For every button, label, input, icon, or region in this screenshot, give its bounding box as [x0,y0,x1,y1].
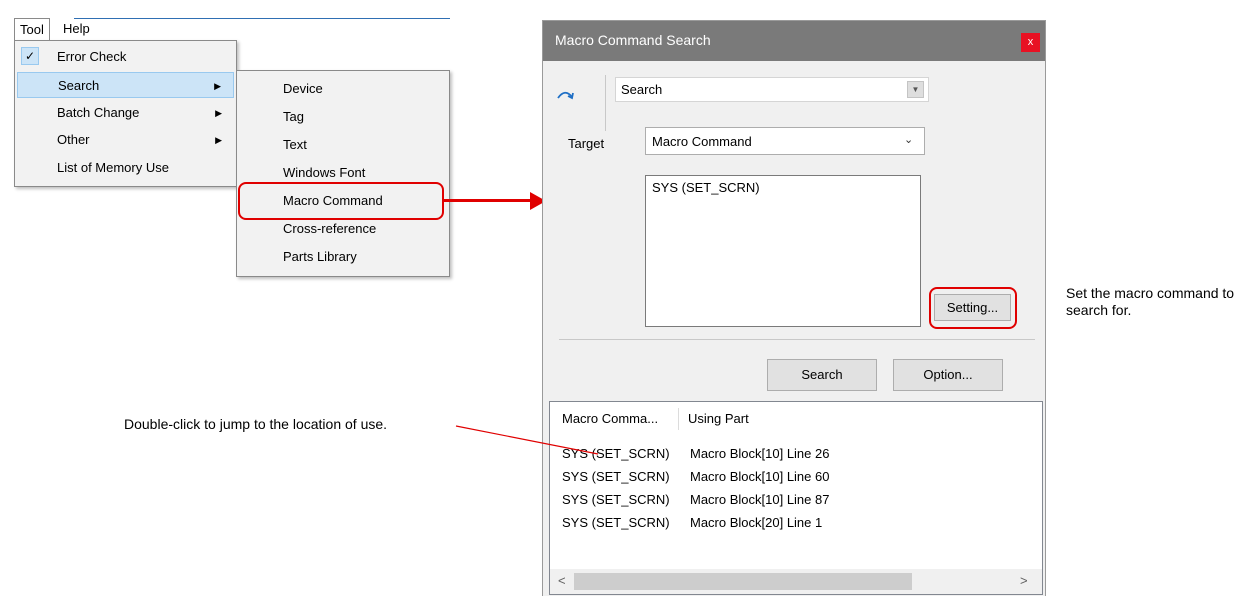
option-button[interactable]: Option... [893,359,1003,391]
target-select-value: Macro Command [652,134,752,149]
menu-tool-label: Tool [20,22,44,37]
callout-arrow-line [444,199,532,202]
table-cell[interactable]: Macro Block[10] Line 60 [690,465,829,488]
tool-dropdown-menu: ✓ Error Check Search ▶ Batch Change ▶ Ot… [14,40,237,187]
column-header-using-part[interactable]: Using Part [688,408,749,430]
search-combo-value: Search [621,82,663,97]
macro-command-search-dialog: Macro Command Search x Search ▼ Target M… [542,20,1046,596]
target-label: Target [568,136,605,151]
menu-item-label: Batch Change [57,105,140,120]
submenu-item-text[interactable]: Text [283,131,307,159]
list-item[interactable]: SYS (SET_SCRN) [652,180,760,195]
dropdown-arrow-icon[interactable]: ▼ [907,81,924,98]
back-arrow-icon[interactable] [555,85,575,105]
menu-tool[interactable]: Tool [14,18,50,40]
column-separator[interactable] [678,408,679,430]
menu-item-batch-change[interactable]: Batch Change ▶ [17,100,234,126]
menu-item-label: Other [57,132,90,147]
dialog-title: Macro Command Search [555,32,711,48]
menu-item-error-check[interactable]: ✓ Error Check [17,44,234,70]
macro-command-list[interactable]: SYS (SET_SCRN) [645,175,921,327]
chevron-down-icon: ⌄ [904,134,914,146]
menu-help[interactable]: Help [58,18,95,39]
scroll-right-icon[interactable]: > [1020,573,1028,588]
results-list[interactable]: Macro Comma... Using Part SYS (SET_SCRN)… [549,401,1043,595]
close-button[interactable]: x [1021,33,1040,52]
setting-button[interactable]: Setting... [934,294,1011,321]
menu-bar-border [74,18,450,19]
macro-command-highlight [238,182,444,220]
search-history-combo[interactable]: Search ▼ [615,77,929,102]
horizontal-scrollbar[interactable]: < > [550,569,1042,594]
menu-item-other[interactable]: Other ▶ [17,127,234,153]
setting-annotation: Set the macro command to search for. [1066,285,1235,318]
menu-item-label: Search [58,78,100,93]
annotation-leader-line [455,425,599,455]
search-submenu: Device Tag Text Windows Font Macro Comma… [236,70,450,277]
target-select[interactable]: Macro Command ⌄ [645,127,925,155]
search-button[interactable]: Search [767,359,877,391]
table-row[interactable]: SYS (SET_SCRN) [562,488,670,511]
menu-item-label: List of Memory Use [57,160,169,175]
check-icon: ✓ [21,47,39,65]
submenu-arrow-icon: ▶ [215,135,222,145]
dialog-titlebar[interactable]: Macro Command Search x [543,21,1045,61]
submenu-item-device[interactable]: Device [283,75,323,103]
menu-item-search[interactable]: Search ▶ [17,72,234,98]
table-cell[interactable]: Macro Block[10] Line 26 [690,442,829,465]
scroll-left-icon[interactable]: < [558,573,566,588]
menu-item-list-of-memory-use[interactable]: List of Memory Use [17,155,234,181]
table-row[interactable]: SYS (SET_SCRN) [562,511,670,534]
divider [559,339,1035,340]
table-row[interactable]: SYS (SET_SCRN) [562,465,670,488]
menu-help-label: Help [63,21,90,36]
toolbar-separator [605,75,606,131]
menu-item-label: Error Check [57,49,127,64]
double-click-annotation: Double-click to jump to the location of … [124,416,388,432]
table-cell[interactable]: Macro Block[20] Line 1 [690,511,822,534]
submenu-item-parts-library[interactable]: Parts Library [283,243,357,271]
menu-bar: Tool Help [14,18,450,40]
submenu-arrow-icon: ▶ [215,108,222,118]
scrollbar-thumb[interactable] [574,573,912,590]
submenu-item-tag[interactable]: Tag [283,103,304,131]
table-cell[interactable]: Macro Block[10] Line 87 [690,488,829,511]
submenu-arrow-icon: ▶ [214,81,221,91]
